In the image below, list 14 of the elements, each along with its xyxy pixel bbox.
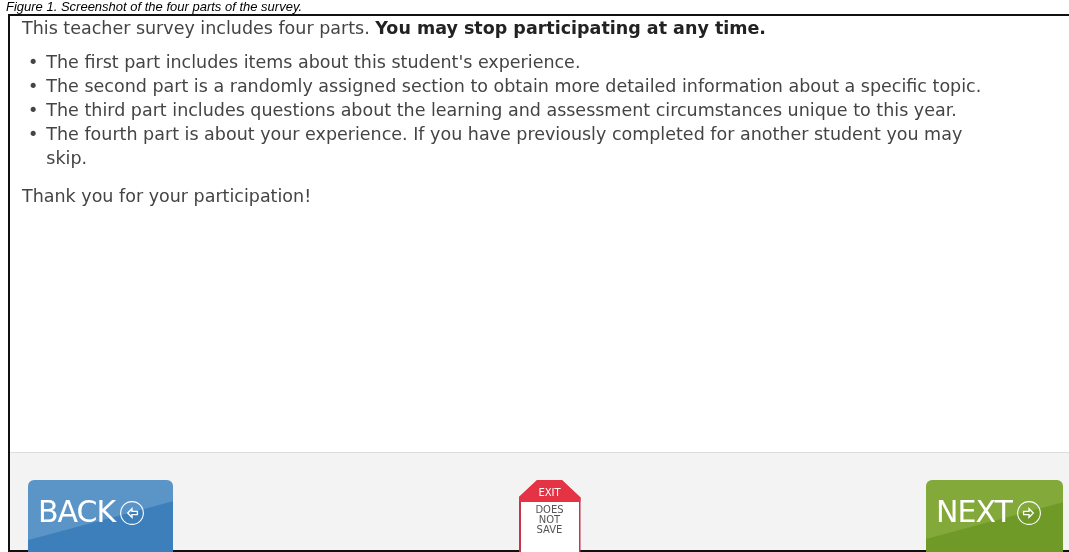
exit-button[interactable]: EXIT DOES NOT SAVE xyxy=(518,480,581,552)
bullet-text: The first part includes items about this student's experience. xyxy=(46,51,581,74)
bullet-text: The second part is a randomly assigned section to obtain more detailed information about a specific topic. xyxy=(46,75,982,98)
thanks-text: Thank you for your participation! xyxy=(22,185,313,208)
figure-caption: Figure 1. Screenshot of the four parts of the survey. xyxy=(5,0,304,14)
back-button[interactable]: BACK xyxy=(28,480,173,552)
next-button[interactable]: NEXT xyxy=(926,480,1063,552)
bullet-mark: • xyxy=(28,99,39,122)
bullet-mark: • xyxy=(28,51,39,74)
bullet-text: The fourth part is about your experience. If you have previously completed for another student you may skip. xyxy=(46,123,964,170)
bullet-mark: • xyxy=(28,123,39,146)
bullet-text: The third part includes questions about the learning and assessment circumstances unique to this year. xyxy=(46,99,957,122)
bullet-mark: • xyxy=(28,75,39,98)
intro-text: This teacher survey includes four parts. You may stop participating at any time. xyxy=(22,17,767,40)
